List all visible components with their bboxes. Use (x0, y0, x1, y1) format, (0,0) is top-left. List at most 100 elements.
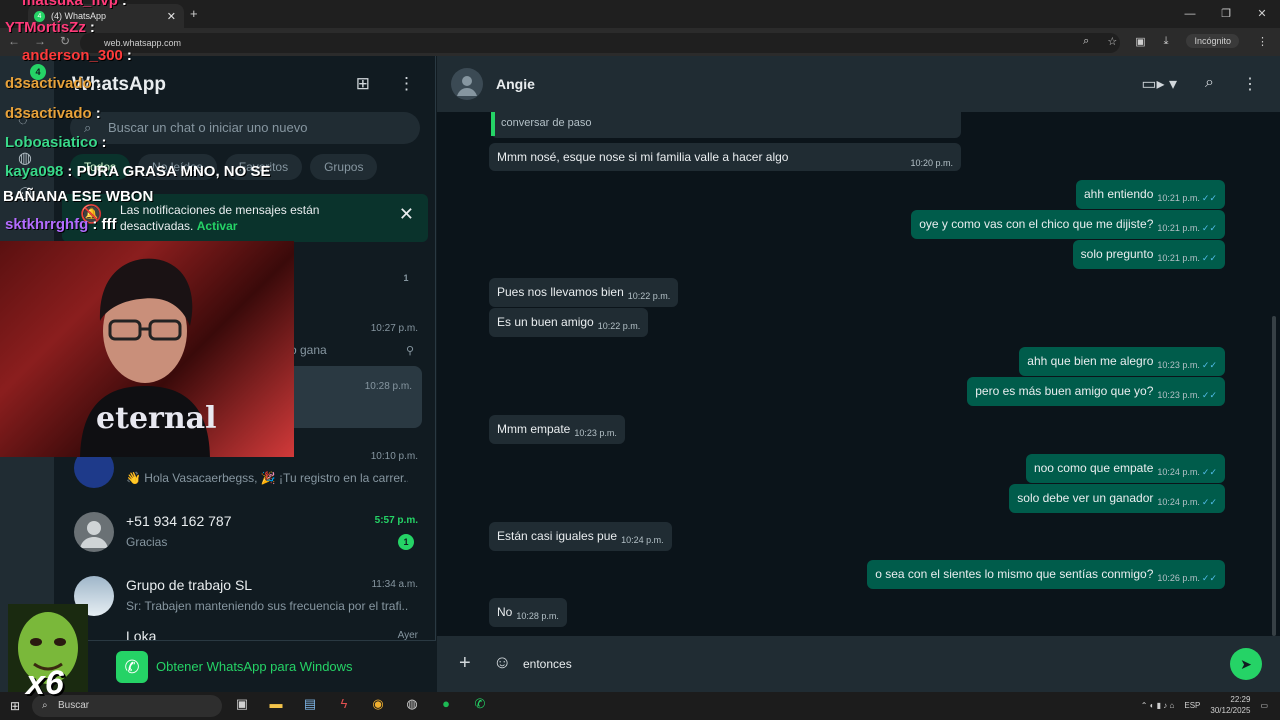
notification-center-icon[interactable]: ▭ (1260, 701, 1268, 710)
extensions-icon[interactable]: ▣ (1135, 35, 1145, 48)
message-text: pero es más buen amigo que yo? (975, 384, 1154, 398)
menu-dots-icon[interactable]: ⋮ (1257, 35, 1268, 48)
contact-avatar[interactable] (451, 68, 483, 100)
outgoing-message[interactable]: solo debe ver un ganador 10:24 p.m. ✓✓ (1009, 484, 1225, 513)
incoming-message[interactable]: No 10:28 p.m. (489, 598, 567, 627)
stream-chat-line: sktkhrrghfg: fff (5, 216, 117, 233)
stream-chat-message: BAÑANA ESE WBON (3, 188, 154, 205)
incoming-message[interactable]: Mmm empate 10:23 p.m. (489, 415, 625, 444)
message-time: 10:24 p.m. (1157, 497, 1200, 507)
incoming-message[interactable]: Pues nos llevamos bien 10:22 p.m. (489, 278, 679, 307)
stream-chat-message: : (126, 47, 132, 64)
outgoing-message[interactable]: ahh que bien me alegro 10:23 p.m. ✓✓ (1019, 347, 1225, 376)
address-bar-actions: ⌕ ☆ ▣ ⤓ Incógnito ⋮ (1083, 34, 1268, 48)
send-icon[interactable]: ➤ (1230, 648, 1262, 680)
message-time: 10:23 p.m. (1157, 390, 1200, 400)
video-call-icon[interactable]: ▭▸ ▾ (1141, 74, 1177, 94)
message-input[interactable] (523, 648, 1223, 680)
sidebar-header-actions: ⊞ ⋮ (356, 74, 415, 94)
obs-icon[interactable]: ◍ (402, 696, 422, 712)
chat-name: Grupo de trabajo SL (126, 577, 253, 593)
message-text: Pues nos llevamos bien (497, 285, 624, 299)
task-view-icon[interactable]: ▣ (232, 696, 252, 712)
tray-icons[interactable]: ⌃ ◐ ▮ ♪ ⌂ (1141, 701, 1175, 710)
app-icon[interactable]: ϟ (334, 696, 354, 712)
outgoing-message[interactable]: pero es más buen amigo que yo? 10:23 p.m.… (967, 377, 1225, 406)
get-windows-app-banner[interactable]: ✆ Obtener WhatsApp para Windows (54, 640, 436, 692)
attach-plus-icon[interactable]: + (459, 652, 471, 675)
stream-chat-line: BAÑANA ESE WBON (3, 188, 153, 205)
stream-chat-username: Loboasiatico (5, 134, 98, 151)
chat-name: Loka (126, 628, 157, 640)
outgoing-message[interactable]: oye y como vas con el chico que me dijis… (911, 210, 1225, 239)
message-time: 10:20 p.m. (910, 158, 953, 168)
contact-name[interactable]: Angie (496, 76, 535, 92)
conversation-actions: ▭▸ ▾ ⌕ ⋮ (1141, 74, 1258, 94)
message-time: 10:28 p.m. (516, 611, 559, 621)
chrome-icon[interactable]: ◉ (368, 696, 388, 712)
get-windows-app-link[interactable]: Obtener WhatsApp para Windows (156, 659, 353, 674)
chat-item[interactable]: Grupo de trabajo SL 11:34 a.m. Sr: Traba… (54, 564, 436, 626)
chat-time: 11:34 a.m. (371, 579, 418, 590)
scrollbar[interactable] (1272, 316, 1276, 636)
whatsapp-icon[interactable]: ✆ (470, 696, 490, 712)
clock[interactable]: 22:29 30/12/2025 (1210, 694, 1250, 716)
chat-time: 5:57 p.m. (374, 515, 418, 526)
filter-groups[interactable]: Grupos (310, 154, 378, 180)
stream-chat-username: anderson_300 (22, 47, 123, 64)
stream-chat-username: matsuka_fivp (22, 0, 118, 9)
message-time: 10:22 p.m. (627, 291, 671, 301)
language-indicator[interactable]: ESP (1184, 701, 1200, 710)
stream-chat-line: Loboasiatico: (5, 134, 107, 151)
stream-chat-line: YTMortisZz: (5, 19, 95, 36)
unread-count: 1 (398, 534, 414, 550)
incognito-badge[interactable]: Incógnito (1186, 34, 1239, 48)
chat-item[interactable]: Loka Ayer (54, 626, 436, 640)
conversation-pane: Angie ▭▸ ▾ ⌕ ⋮ conversar de paso + ☺ ➤ M… (437, 56, 1280, 692)
file-explorer-icon[interactable]: ▬ (266, 696, 286, 712)
window-close-icon[interactable]: ✕ (1244, 0, 1280, 28)
message-time: 10:21 p.m. (1157, 223, 1200, 233)
notepad-icon[interactable]: ▤ (300, 696, 320, 712)
conversation-header[interactable]: Angie ▭▸ ▾ ⌕ ⋮ (437, 56, 1280, 112)
incoming-message[interactable]: Están casi iguales pue 10:24 p.m. (489, 522, 672, 551)
avatar (74, 512, 114, 552)
message-text: ahh que bien me alegro (1027, 354, 1154, 368)
conversation-menu-icon[interactable]: ⋮ (1242, 74, 1258, 94)
zoom-icon[interactable]: ⌕ (1083, 35, 1089, 48)
bookmark-star-icon[interactable]: ☆ (1107, 35, 1117, 48)
outgoing-message[interactable]: noo como que empate 10:24 p.m. ✓✓ (1025, 454, 1225, 483)
outgoing-message[interactable]: ahh entiendo 10:21 p.m. ✓✓ (1075, 180, 1225, 209)
outgoing-message[interactable]: o sea con el sientes lo mismo que sentía… (867, 560, 1225, 589)
download-icon[interactable]: ⤓ (1164, 35, 1169, 48)
restore-icon[interactable]: ❐ (1208, 0, 1244, 28)
message-time: 10:21 p.m. (1157, 253, 1200, 263)
search-icon[interactable]: ⌕ (1205, 74, 1214, 94)
read-receipt-icon: ✓✓ (1201, 253, 1217, 263)
whatsapp-logo-icon: ✆ (116, 651, 148, 683)
incoming-message[interactable]: Es un buen amigo 10:22 p.m. (489, 308, 649, 337)
stream-chat-message: : (101, 134, 107, 151)
stream-chat-username: YTMortisZz (5, 19, 86, 36)
message-time: 10:21 p.m. (1157, 193, 1200, 203)
outgoing-message[interactable]: solo pregunto 10:21 p.m. ✓✓ (1072, 240, 1225, 269)
pin-icon: ⚲ (405, 345, 414, 357)
spotify-icon[interactable]: ● (436, 696, 456, 712)
chat-item[interactable]: +51 934 162 787 5:57 p.m. Gracias 1 (54, 500, 436, 562)
message-text: ahh entiendo (1083, 187, 1154, 201)
emoji-sticker-icon[interactable]: ☺ (493, 652, 511, 673)
sidebar-menu-icon[interactable]: ⋮ (398, 74, 415, 94)
message-time: 10:24 p.m. (621, 535, 664, 545)
minimize-icon[interactable]: — (1172, 0, 1208, 28)
message-text: Mmm nosé, esque nose si mi familia valle… (497, 150, 789, 164)
chat-time: 10:27 p.m. (370, 323, 418, 334)
stream-chat-message: : (89, 19, 95, 36)
chat-time: Ayer (397, 630, 418, 640)
new-chat-icon[interactable]: ⊞ (356, 74, 370, 94)
incoming-message[interactable]: Mmm nosé, esque nose si mi familia valle… (489, 143, 961, 171)
close-icon[interactable]: ✕ (399, 205, 414, 223)
message-text: solo pregunto (1080, 247, 1154, 261)
windows-start-icon[interactable]: ⊞ (10, 699, 20, 713)
stream-chat-line: d3sactivado: (5, 75, 101, 92)
message-composer: + ☺ ➤ (437, 636, 1280, 692)
